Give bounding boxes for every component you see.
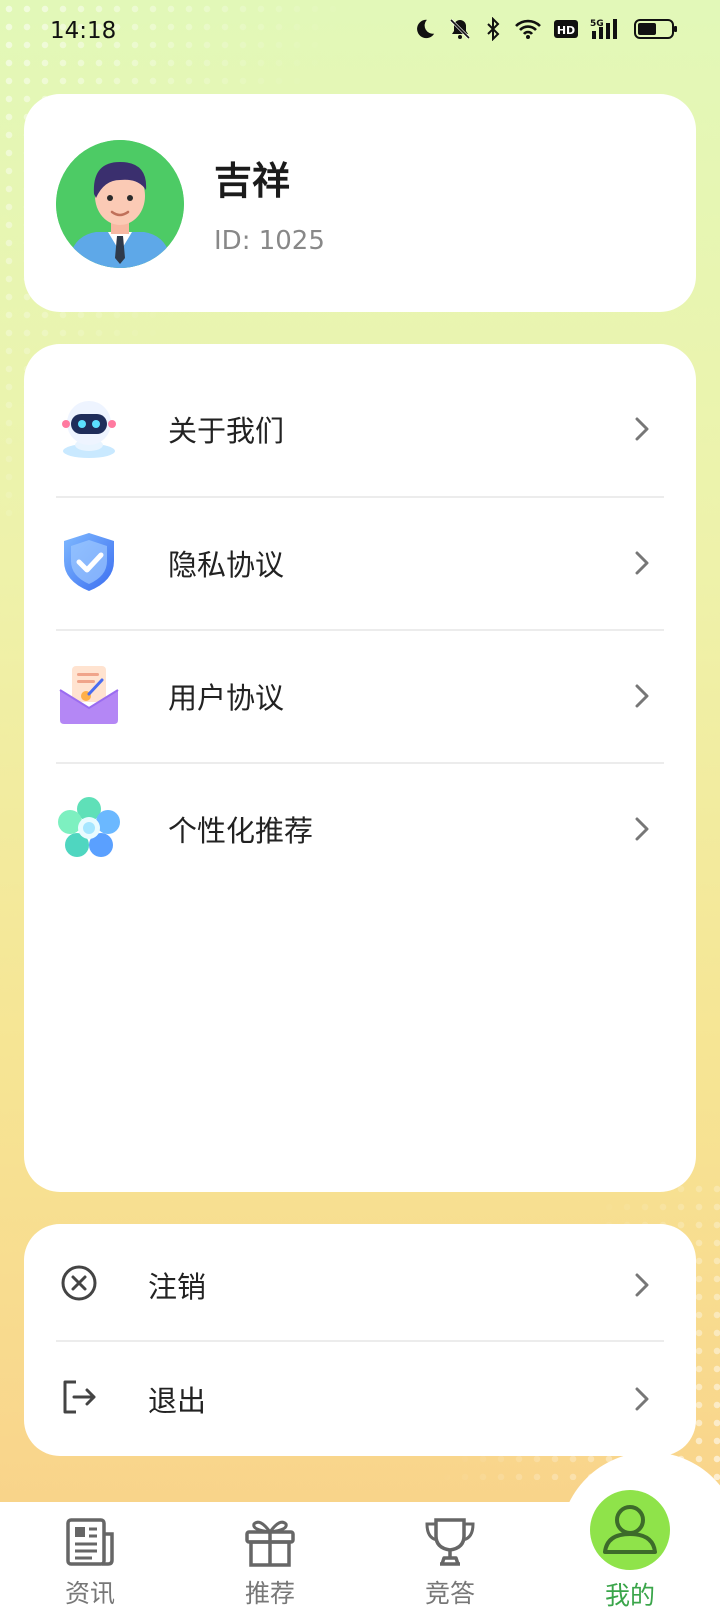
chevron-right-icon	[635, 684, 649, 708]
tab-label: 资讯	[64, 1579, 115, 1608]
menu-item-personalized-recommendation[interactable]: 个性化推荐	[56, 762, 664, 896]
battery-icon	[634, 19, 677, 39]
trophy-icon	[425, 1518, 475, 1566]
profile-card[interactable]: 吉祥 ID: 1025	[24, 94, 696, 312]
user-icon	[603, 1505, 657, 1554]
action-item-label: 退出	[148, 1384, 207, 1418]
hd-label: HD	[557, 24, 575, 37]
flower-icon	[58, 797, 120, 857]
menu-item-privacy-policy[interactable]: 隐私协议	[56, 496, 664, 630]
action-item-logout[interactable]: 退出	[56, 1340, 664, 1456]
shield-check-icon	[64, 533, 114, 591]
menu-item-label: 个性化推荐	[168, 814, 314, 848]
user-name: 吉祥	[214, 159, 291, 203]
menu-item-user-agreement[interactable]: 用户协议	[56, 629, 664, 763]
tab-label: 推荐	[244, 1579, 295, 1608]
tab-label: 竞答	[424, 1579, 475, 1608]
menu-item-label: 用户协议	[168, 681, 285, 715]
avatar-person-icon	[56, 140, 184, 268]
tab-mine-active-indicator[interactable]	[590, 1490, 670, 1570]
menu-item-label: 关于我们	[168, 414, 285, 448]
hd-icon: HD	[554, 20, 578, 38]
status-time: 14:18	[50, 18, 117, 44]
bluetooth-icon	[487, 17, 500, 41]
envelope-document-icon	[59, 666, 119, 724]
status-bar: 14:18 HD 5G	[0, 0, 720, 64]
tab-news[interactable]: 资讯	[30, 1514, 150, 1610]
bell-off-icon	[449, 18, 471, 40]
moon-icon	[417, 19, 435, 39]
chevron-right-icon	[635, 1273, 649, 1297]
avatar[interactable]	[56, 140, 184, 268]
tab-recommend[interactable]: 推荐	[210, 1514, 330, 1610]
5g-signal-icon: 5G	[590, 19, 617, 39]
chevron-right-icon	[635, 1387, 649, 1411]
account-actions-card: 注销 退出	[24, 1224, 696, 1456]
chevron-right-icon	[635, 817, 649, 841]
robot-icon	[62, 401, 116, 458]
settings-menu-card: 关于我们 隐私协议 用户协议 个性化推荐	[24, 344, 696, 1192]
chevron-right-icon	[635, 417, 649, 441]
gift-icon	[245, 1520, 295, 1567]
wifi-icon	[515, 19, 541, 39]
user-id: ID: 1025	[214, 226, 325, 256]
tab-quiz[interactable]: 竞答	[390, 1514, 510, 1610]
action-item-deactivate[interactable]: 注销	[56, 1226, 664, 1342]
logout-icon	[63, 1380, 96, 1414]
circle-x-icon	[61, 1265, 97, 1301]
newspaper-icon	[66, 1518, 114, 1566]
tab-mine-label[interactable]: 我的	[570, 1576, 690, 1612]
menu-item-label: 隐私协议	[168, 548, 285, 582]
menu-item-about-us[interactable]: 关于我们	[56, 362, 664, 496]
chevron-right-icon	[635, 551, 649, 575]
action-item-label: 注销	[148, 1270, 207, 1304]
status-icons: HD 5G	[414, 17, 678, 41]
